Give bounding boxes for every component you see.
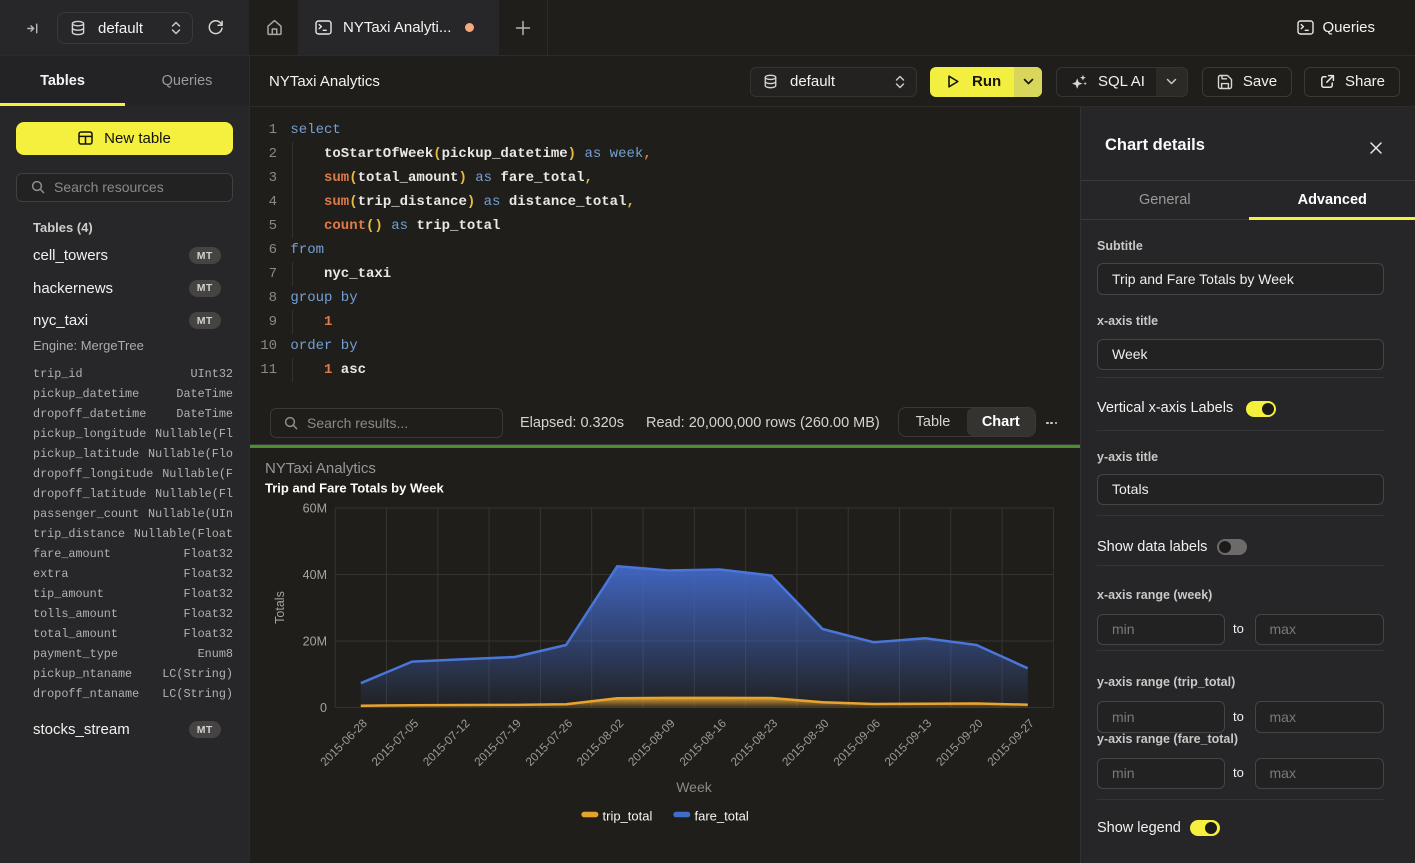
svg-text:20M: 20M xyxy=(303,635,327,649)
svg-text:2015-06-28: 2015-06-28 xyxy=(317,716,370,769)
svg-text:2015-08-09: 2015-08-09 xyxy=(625,716,678,769)
svg-text:2015-07-26: 2015-07-26 xyxy=(523,716,576,769)
svg-text:2015-08-02: 2015-08-02 xyxy=(574,716,627,769)
svg-text:NYTaxi Analytics: NYTaxi Analytics xyxy=(265,460,376,477)
svg-text:Trip and Fare Totals by Week: Trip and Fare Totals by Week xyxy=(265,481,444,496)
svg-text:Totals: Totals xyxy=(273,591,287,624)
svg-text:0: 0 xyxy=(320,701,327,715)
svg-text:2015-09-06: 2015-09-06 xyxy=(830,716,883,769)
svg-text:2015-08-16: 2015-08-16 xyxy=(676,716,729,769)
svg-text:2015-09-27: 2015-09-27 xyxy=(984,716,1037,769)
svg-text:2015-09-20: 2015-09-20 xyxy=(933,716,986,769)
svg-text:2015-08-23: 2015-08-23 xyxy=(728,716,781,769)
svg-text:2015-07-19: 2015-07-19 xyxy=(471,716,524,769)
svg-text:Week: Week xyxy=(676,779,713,795)
svg-text:2015-07-12: 2015-07-12 xyxy=(420,716,473,769)
svg-text:2015-07-05: 2015-07-05 xyxy=(369,716,422,769)
svg-text:2015-08-30: 2015-08-30 xyxy=(779,716,832,769)
svg-text:2015-09-13: 2015-09-13 xyxy=(882,716,935,769)
svg-text:40M: 40M xyxy=(303,568,327,582)
svg-text:fare_total: fare_total xyxy=(695,809,749,824)
svg-text:60M: 60M xyxy=(303,502,327,516)
svg-text:trip_total: trip_total xyxy=(603,809,653,824)
